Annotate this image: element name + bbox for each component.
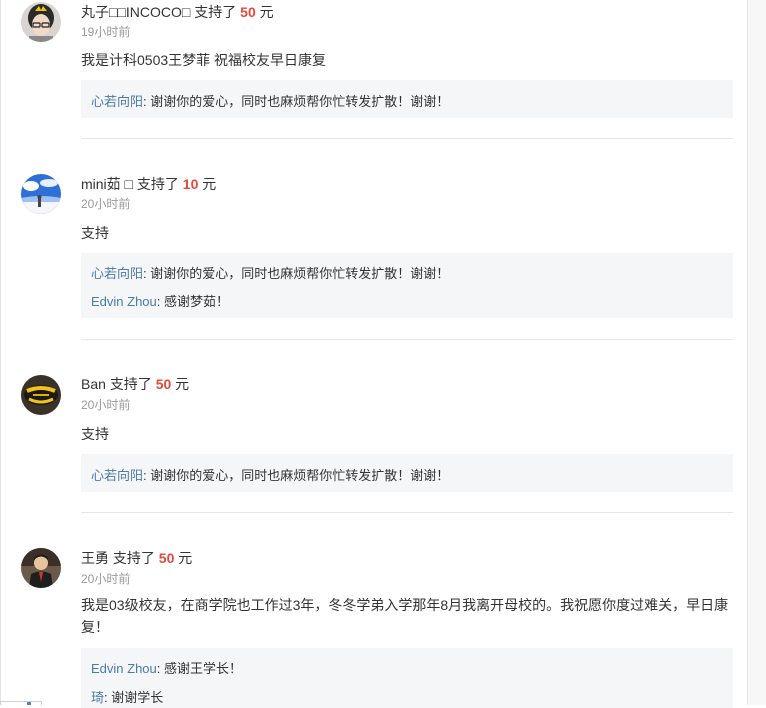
- comment-time: 19小时前: [81, 25, 131, 39]
- comment-time: 20小时前: [81, 572, 131, 586]
- reply-box: 心若向阳: 谢谢你的爱心，同时也麻烦帮你忙转发扩散！谢谢！ Edvin Zhou…: [81, 253, 733, 318]
- comment-divider: [81, 339, 733, 340]
- amount-unit: 元: [178, 550, 193, 566]
- support-amount: 10: [182, 176, 199, 192]
- comment-time: 20小时前: [81, 398, 131, 412]
- comment-time: 20小时前: [81, 197, 131, 211]
- reply-author[interactable]: 心若向阳: [91, 94, 143, 109]
- reply-sep: :: [104, 690, 108, 705]
- reply-text: 感谢王学长！: [164, 661, 243, 676]
- support-action: 支持了: [112, 550, 155, 566]
- reply-box: 心若向阳: 谢谢你的爱心，同时也麻烦帮你忙转发扩散！谢谢！: [81, 454, 733, 492]
- comment-content: 我是计科0503王梦菲 祝福校友早日康复: [81, 52, 327, 68]
- comment-divider: [81, 512, 733, 513]
- support-action: 支持了: [136, 176, 179, 192]
- amount-unit: 元: [202, 176, 217, 192]
- reply-sep: :: [143, 94, 147, 109]
- support-action: 支持了: [109, 376, 152, 392]
- reply-author[interactable]: Edvin Zhou: [91, 294, 157, 309]
- avatar[interactable]: [21, 375, 61, 415]
- supporter-name[interactable]: mini茹 □: [81, 176, 133, 192]
- reply-item: 琦: 谢谢学长: [91, 687, 163, 706]
- reply-item: 心若向阳: 谢谢你的爱心，同时也麻烦帮你忙转发扩散！谢谢！: [91, 91, 449, 110]
- supporter-line: Ban 支持了 50 元: [81, 374, 189, 394]
- supporter-name[interactable]: 丸子□□INCOCO□: [81, 4, 190, 20]
- floating-widget-edge[interactable]: [0, 701, 42, 705]
- supporter-name[interactable]: 王勇: [81, 550, 109, 566]
- reply-text: 谢谢你的爱心，同时也麻烦帮你忙转发扩散！谢谢！: [150, 468, 450, 483]
- avatar[interactable]: [21, 174, 61, 214]
- supporter-line: 王勇 支持了 50 元: [81, 548, 192, 568]
- reply-author[interactable]: 心若向阳: [91, 266, 143, 281]
- support-amount: 50: [155, 376, 172, 392]
- reply-box: 心若向阳: 谢谢你的爱心，同时也麻烦帮你忙转发扩散！谢谢！: [81, 80, 733, 118]
- reply-author[interactable]: Edvin Zhou: [91, 661, 157, 676]
- support-amount: 50: [240, 4, 256, 20]
- left-border: [0, 0, 1, 705]
- support-amount: 50: [158, 550, 175, 566]
- comment-content: 支持: [81, 225, 109, 241]
- reply-item: Edvin Zhou: 感谢梦茹！: [91, 291, 229, 310]
- reply-sep: :: [143, 468, 147, 483]
- reply-item: Edvin Zhou: 感谢王学长！: [91, 658, 242, 677]
- reply-text: 谢谢你的爱心，同时也麻烦帮你忙转发扩散！谢谢！: [150, 94, 450, 109]
- supporter-line: mini茹 □ 支持了 10 元: [81, 174, 216, 194]
- supporter-name[interactable]: Ban: [81, 376, 106, 392]
- reply-item: 心若向阳: 谢谢你的爱心，同时也麻烦帮你忙转发扩散！谢谢！: [91, 465, 449, 484]
- reply-author[interactable]: 琦: [91, 690, 104, 705]
- reply-author[interactable]: 心若向阳: [91, 468, 143, 483]
- amount-unit: 元: [175, 376, 190, 392]
- comment-content: 我是03级校友，在商学院也工作过3年，冬冬学弟入学那年8月我离开母校的。我祝愿你…: [81, 597, 729, 635]
- reply-sep: :: [156, 294, 161, 309]
- comment-content: 支持: [81, 426, 109, 442]
- reply-text: 感谢梦茹！: [164, 294, 230, 309]
- avatar[interactable]: [21, 2, 61, 42]
- right-scroll-panel[interactable]: [747, 0, 766, 705]
- reply-text: 谢谢你的爱心，同时也麻烦帮你忙转发扩散！谢谢！: [150, 266, 450, 281]
- reply-text: 谢谢学长: [111, 690, 164, 705]
- reply-box: Edvin Zhou: 感谢王学长！ 琦: 谢谢学长: [81, 648, 733, 708]
- amount-unit: 元: [259, 4, 274, 20]
- reply-sep: :: [156, 661, 161, 676]
- avatar[interactable]: [21, 548, 61, 588]
- reply-item: 心若向阳: 谢谢你的爱心，同时也麻烦帮你忙转发扩散！谢谢！: [91, 263, 449, 282]
- support-action: 支持了: [194, 4, 237, 20]
- reply-sep: :: [143, 266, 147, 281]
- supporter-line: 丸子□□INCOCO□ 支持了 50 元: [81, 2, 274, 22]
- comment-divider: [81, 138, 733, 139]
